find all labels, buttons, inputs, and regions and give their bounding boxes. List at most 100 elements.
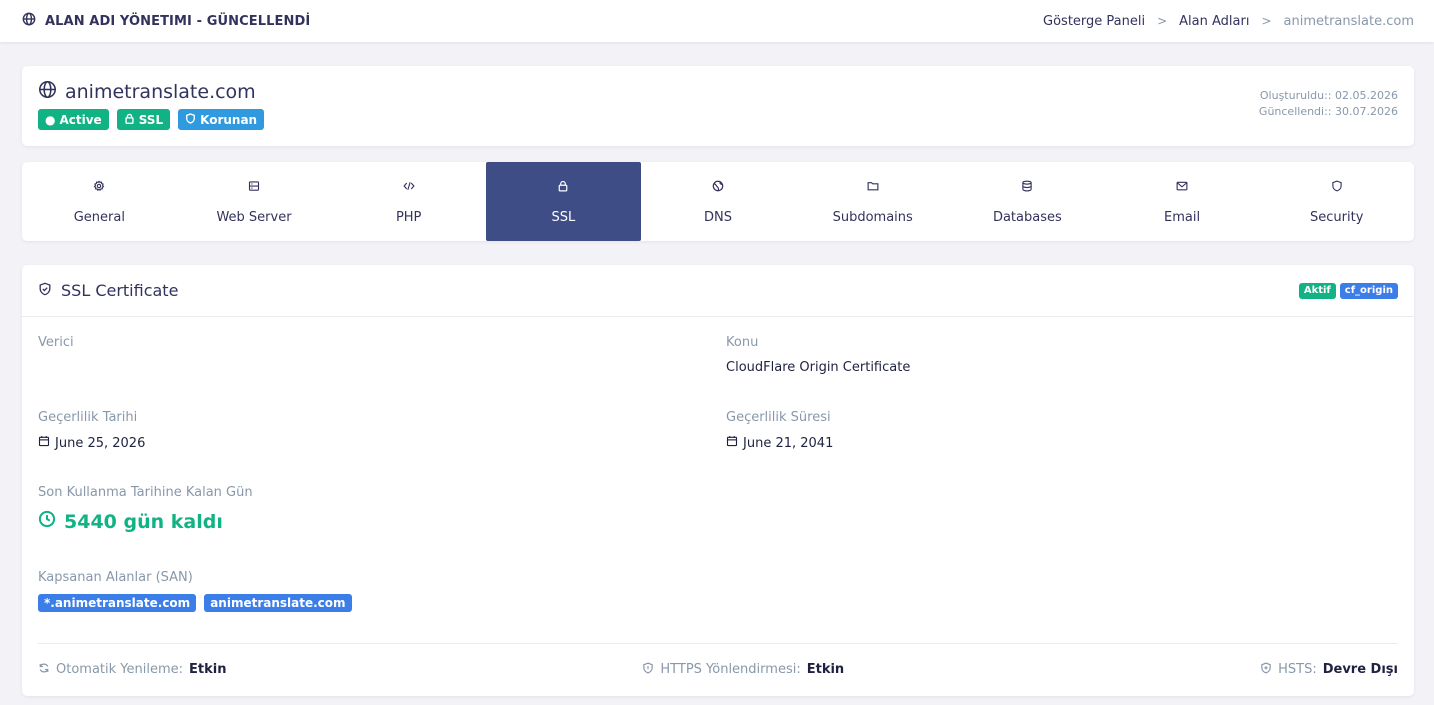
days-left-label: Son Kullanma Tarihine Kalan Gün	[38, 485, 253, 500]
tab-databases[interactable]: Databases	[950, 162, 1105, 241]
globe-icon	[22, 12, 36, 30]
subject-label: Konu	[726, 335, 759, 350]
breadcrumb-dashboard[interactable]: Gösterge Paneli	[1043, 14, 1145, 29]
lock-icon	[124, 113, 135, 127]
issuer-label: Verici	[38, 335, 74, 350]
hsts-value: Devre Dışı	[1322, 662, 1398, 677]
subject-value: CloudFlare Origin Certificate	[726, 360, 911, 375]
breadcrumb-current: animetranslate.com	[1283, 13, 1414, 29]
tab-security[interactable]: Security	[1259, 162, 1414, 241]
valid-from-label: Geçerlilik Tarihi	[38, 410, 138, 425]
status-badge-label: Active	[59, 112, 102, 127]
database-icon	[1021, 180, 1033, 196]
ssl-header-badges: Aktif cf_origin	[1298, 282, 1398, 299]
chevron-right-icon: >	[1261, 14, 1272, 28]
protected-badge: Korunan	[178, 109, 265, 130]
refresh-icon	[38, 662, 50, 678]
created-date: Oluşturuldu:: 02.05.2026	[1259, 89, 1398, 102]
https-redirect-value: Etkin	[806, 662, 845, 677]
days-left-value: 5440 gün kaldı	[64, 510, 223, 533]
ssl-type-badge: cf_origin	[1339, 282, 1398, 299]
mail-icon	[1176, 180, 1188, 196]
ssl-badge-label: SSL	[138, 112, 164, 127]
tab-web-server[interactable]: Web Server	[177, 162, 332, 241]
ssl-footer: Otomatik Yenileme: Etkin HTTPS Yönlendir…	[38, 643, 1398, 695]
server-icon	[248, 180, 260, 196]
valid-to-row: June 21, 2041	[726, 435, 833, 451]
valid-from-value: June 25, 2026	[55, 435, 146, 451]
shield-icon	[1331, 180, 1343, 196]
valid-to-value: June 21, 2041	[743, 435, 834, 451]
domain-title: animetranslate.com	[38, 80, 264, 104]
domain-header-card: animetranslate.com ● Active SSL Korunan …	[22, 66, 1414, 146]
san-field: Kapsanan Alanlar (SAN) *.animetranslate.…	[38, 570, 352, 612]
gear-icon	[93, 180, 105, 196]
shield-plus-icon	[1260, 661, 1272, 678]
days-left-row: 5440 gün kaldı	[38, 510, 253, 533]
ssl-badge: SSL	[116, 109, 171, 130]
lock-icon	[557, 180, 569, 196]
tab-general[interactable]: General	[22, 162, 177, 241]
globe-icon	[712, 180, 724, 196]
clock-icon	[38, 510, 56, 533]
tab-dns[interactable]: DNS	[641, 162, 796, 241]
tab-label: Databases	[992, 210, 1062, 225]
breadcrumb: Gösterge Paneli > Alan Adları > animetra…	[1043, 14, 1414, 29]
top-bar: ALAN ADI YÖNETIMI - GÜNCELLENDİ Gösterge…	[0, 0, 1434, 42]
valid-to-field: Geçerlilik Süresi June 21, 2041	[726, 410, 833, 451]
domain-badges: ● Active SSL Korunan	[38, 109, 265, 130]
ssl-status-badge: Aktif	[1298, 282, 1336, 299]
auto-renew-value: Etkin	[189, 662, 227, 677]
hsts-label: HSTS:	[1278, 662, 1317, 677]
san-badge: animetranslate.com	[204, 594, 352, 612]
app-title-text: ALAN ADI YÖNETIMI - GÜNCELLENDİ	[45, 13, 311, 29]
san-label: Kapsanan Alanlar (SAN)	[38, 570, 193, 585]
tab-label: PHP	[395, 210, 422, 225]
tab-php[interactable]: PHP	[331, 162, 486, 241]
tab-label: DNS	[704, 210, 733, 225]
san-list: *.animetranslate.com animetranslate.com	[38, 594, 352, 612]
tab-label: Email	[1164, 210, 1201, 225]
tab-ssl[interactable]: SSL	[486, 162, 641, 241]
tab-label: Subdomains	[832, 210, 913, 225]
ssl-title-text: SSL Certificate	[61, 281, 179, 300]
domain-dates: Oluşturuldu:: 02.05.2026 Güncellendi:: 3…	[1259, 80, 1398, 146]
auto-renew-status: Otomatik Yenileme: Etkin	[38, 662, 226, 678]
ssl-card-title: SSL Certificate	[38, 281, 178, 300]
valid-from-field: Geçerlilik Tarihi June 25, 2026	[38, 410, 145, 451]
folder-icon	[867, 180, 879, 196]
protected-badge-label: Korunan	[200, 112, 258, 127]
calendar-icon	[38, 435, 50, 451]
status-badge: ● Active	[38, 109, 109, 130]
code-icon	[403, 180, 415, 196]
tab-email[interactable]: Email	[1105, 162, 1260, 241]
domain-name: animetranslate.com	[65, 81, 256, 103]
https-redirect-label: HTTPS Yönlendirmesi:	[660, 662, 801, 677]
shield-icon	[642, 661, 654, 678]
tab-label: Web Server	[216, 210, 292, 225]
issuer-field: Verici	[38, 335, 74, 360]
calendar-icon	[726, 435, 738, 451]
shield-icon	[185, 112, 196, 127]
chevron-right-icon: >	[1157, 14, 1168, 28]
updated-date: Güncellendi:: 30.07.2026	[1258, 105, 1398, 118]
app-title: ALAN ADI YÖNETIMI - GÜNCELLENDİ	[22, 12, 310, 30]
valid-to-label: Geçerlilik Süresi	[726, 410, 831, 425]
tab-label: General	[73, 210, 125, 225]
https-redirect-status: HTTPS Yönlendirmesi: Etkin	[642, 661, 845, 678]
tab-subdomains[interactable]: Subdomains	[795, 162, 950, 241]
breadcrumb-domains[interactable]: Alan Adları	[1179, 14, 1249, 29]
hsts-status: HSTS: Devre Dışı	[1260, 661, 1398, 678]
shield-check-icon	[38, 281, 52, 300]
ssl-card-body: Verici Konu CloudFlare Origin Certificat…	[22, 317, 1414, 696]
valid-from-row: June 25, 2026	[38, 435, 145, 451]
tab-bar: General Web Server PHP SSL DNS Subdomain…	[22, 162, 1414, 241]
tab-label: SSL	[551, 210, 576, 225]
dot-icon: ●	[45, 112, 56, 127]
tab-label: Security	[1310, 210, 1364, 225]
days-left-field: Son Kullanma Tarihine Kalan Gün 5440 gün…	[38, 485, 253, 533]
ssl-certificate-card: SSL Certificate Aktif cf_origin Verici K…	[22, 265, 1414, 696]
subject-field: Konu CloudFlare Origin Certificate	[726, 335, 910, 375]
san-badge: *.animetranslate.com	[38, 594, 197, 612]
auto-renew-label: Otomatik Yenileme:	[56, 662, 183, 677]
